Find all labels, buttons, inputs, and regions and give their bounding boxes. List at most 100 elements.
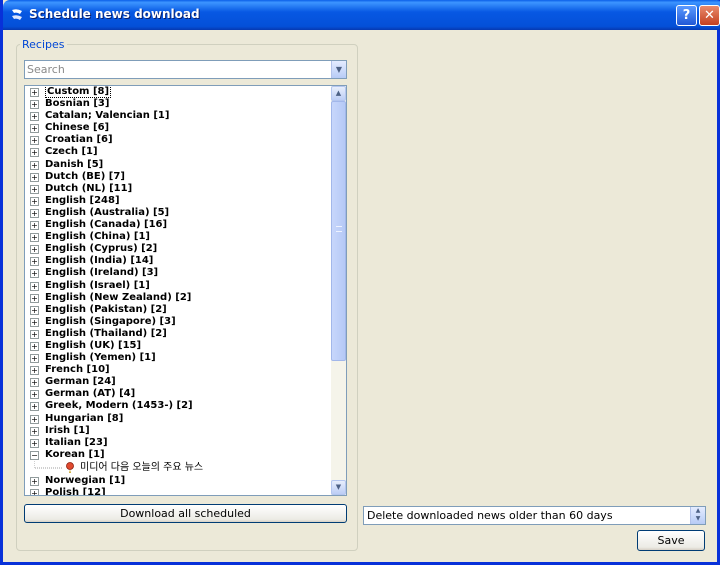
tree-node[interactable]: + Bosnian [3] — [25, 98, 332, 110]
expand-icon[interactable]: + — [30, 208, 39, 218]
tree-node-label: English (India) [14] — [45, 255, 154, 267]
save-button[interactable]: Save — [637, 530, 705, 551]
tree-node-label: English (Israel) [1] — [45, 279, 150, 291]
expand-icon[interactable]: + — [30, 100, 39, 110]
expand-icon[interactable]: + — [30, 305, 39, 315]
expand-icon[interactable]: + — [30, 269, 39, 279]
expand-icon[interactable]: + — [30, 317, 39, 327]
tree-node[interactable]: + Dutch (NL) [11] — [25, 183, 332, 195]
tree-node[interactable]: + English (Cyprus) [2] — [25, 243, 332, 255]
tree-node-label: English [248] — [45, 194, 120, 206]
tree-node[interactable]: + English (Australia) [5] — [25, 207, 332, 219]
tree-node[interactable]: + English (Singapore) [3] — [25, 316, 332, 328]
expand-icon[interactable]: + — [30, 378, 39, 388]
expand-icon[interactable]: + — [30, 221, 39, 231]
tree-node[interactable]: + English (Israel) [1] — [25, 280, 332, 292]
expand-icon[interactable]: + — [30, 88, 39, 97]
tree-node-label: Danish [5] — [45, 158, 104, 170]
tree-node[interactable]: + English (Thailand) [2] — [25, 328, 332, 340]
spin-arrows-icon[interactable]: ▲ ▼ — [690, 507, 705, 524]
expand-icon[interactable]: + — [30, 366, 39, 376]
tree-node-label: Korean [1] — [45, 448, 105, 460]
tree-node[interactable]: + English (New Zealand) [2] — [25, 292, 332, 304]
tree-node[interactable]: + Italian [23] — [25, 437, 332, 449]
expand-icon[interactable]: + — [30, 281, 39, 291]
expand-icon[interactable]: + — [30, 124, 39, 134]
vertical-scrollbar[interactable]: ▲ ▼ — [331, 86, 346, 495]
tree-child-recipe[interactable]: 미디어 다음 오늘의 주요 뉴스 — [25, 460, 332, 475]
recipe-tree[interactable]: + Custom [8] + Bosnian [3] + Catalan; Valenci… — [24, 85, 347, 496]
delete-old-news-spinbox[interactable]: Delete downloaded news older than 60 day… — [363, 506, 706, 525]
expand-icon[interactable]: + — [30, 414, 39, 424]
tree-node[interactable]: + Catalan; Valencian [1] — [25, 110, 332, 122]
scroll-up-button[interactable]: ▲ — [331, 86, 346, 101]
expand-icon[interactable]: + — [30, 148, 39, 158]
tree-node[interactable]: + Danish [5] — [25, 159, 332, 171]
tree-node[interactable]: + Irish [1] — [25, 425, 332, 437]
tree-node[interactable]: + German [24] — [25, 376, 332, 388]
tree-node[interactable]: + Hungarian [8] — [25, 413, 332, 425]
tree-node-label: English (Pakistan) [2] — [45, 303, 167, 315]
tree-node-label: Croatian [6] — [45, 134, 113, 146]
tree-node[interactable]: + Norwegian [1] — [25, 475, 332, 487]
expand-icon[interactable]: + — [30, 233, 39, 243]
tree-node[interactable]: + Custom [8] — [25, 86, 332, 98]
close-button[interactable]: ✕ — [699, 5, 720, 26]
expand-icon[interactable]: + — [30, 112, 39, 122]
tree-node[interactable]: + Czech [1] — [25, 146, 332, 158]
tree-node[interactable]: + English (Ireland) [3] — [25, 267, 332, 279]
tree-node-label: Czech [1] — [45, 146, 98, 158]
expand-icon[interactable]: + — [30, 390, 39, 400]
tree-node-label: Polish [12] — [45, 487, 106, 495]
expand-icon[interactable]: + — [30, 172, 39, 182]
tree-node[interactable]: + English [248] — [25, 195, 332, 207]
expand-icon[interactable]: + — [30, 489, 39, 495]
tree-node[interactable]: + English (Pakistan) [2] — [25, 304, 332, 316]
tree-node[interactable]: + French [10] — [25, 364, 332, 376]
expand-icon[interactable]: + — [30, 354, 39, 364]
expand-icon[interactable]: + — [30, 196, 39, 206]
expand-icon[interactable]: + — [30, 257, 39, 267]
search-input[interactable] — [25, 61, 325, 78]
tree-node-label: English (Yemen) [1] — [45, 352, 156, 364]
tree-node-label: English (New Zealand) [2] — [45, 291, 192, 303]
tree-node-label: English (China) [1] — [45, 231, 150, 243]
tree-node[interactable]: + English (UK) [15] — [25, 340, 332, 352]
collapse-icon[interactable]: − — [30, 450, 39, 460]
recipes-group-label: Recipes — [20, 38, 67, 51]
tree-node[interactable]: + English (China) [1] — [25, 231, 332, 243]
tree-node-label: German (AT) [4] — [45, 388, 136, 400]
tree-node[interactable]: + English (Canada) [16] — [25, 219, 332, 231]
expand-icon[interactable]: + — [30, 293, 39, 303]
expand-icon[interactable]: + — [30, 245, 39, 255]
tree-node[interactable]: + Chinese [6] — [25, 122, 332, 134]
help-button[interactable]: ? — [676, 5, 697, 26]
tree-node[interactable]: + Greek, Modern (1453-) [2] — [25, 400, 332, 412]
expand-icon[interactable]: + — [30, 184, 39, 194]
expand-icon[interactable]: + — [30, 341, 39, 351]
expand-icon[interactable]: + — [30, 426, 39, 436]
tree-node[interactable]: + Polish [12] — [25, 487, 332, 495]
search-combo[interactable]: ▼ — [24, 60, 347, 79]
scroll-thumb[interactable] — [331, 101, 346, 361]
expand-icon[interactable]: + — [30, 136, 39, 146]
tree-node-label: Italian [23] — [45, 436, 108, 448]
download-all-button[interactable]: Download all scheduled — [24, 504, 347, 523]
tree-node[interactable]: + English (India) [14] — [25, 255, 332, 267]
scroll-down-button[interactable]: ▼ — [331, 480, 346, 495]
tree-node[interactable]: + German (AT) [4] — [25, 388, 332, 400]
tree-node[interactable]: + English (Yemen) [1] — [25, 352, 332, 364]
expand-icon[interactable]: + — [30, 329, 39, 339]
expand-icon[interactable]: + — [30, 402, 39, 412]
tree-node[interactable]: − Korean [1] — [25, 449, 332, 461]
tree-node-label: German [24] — [45, 376, 116, 388]
chevron-down-icon[interactable]: ▼ — [331, 61, 346, 78]
expand-icon[interactable]: + — [30, 438, 39, 448]
tree-node-label: English (Thailand) [2] — [45, 327, 167, 339]
title-bar[interactable]: Schedule news download ? ✕ — [3, 0, 720, 30]
tree-node[interactable]: + Dutch (BE) [7] — [25, 171, 332, 183]
app-icon — [12, 9, 22, 20]
expand-icon[interactable]: + — [30, 476, 39, 486]
expand-icon[interactable]: + — [30, 160, 39, 170]
tree-node[interactable]: + Croatian [6] — [25, 134, 332, 146]
